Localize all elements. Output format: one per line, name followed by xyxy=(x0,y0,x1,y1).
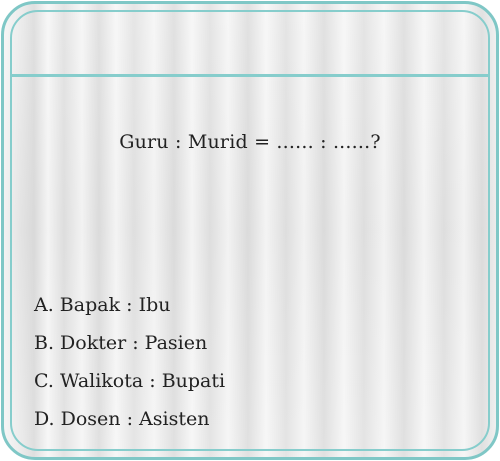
question-card: Guru : Murid = ...... : ......? A. Bapak… xyxy=(1,1,499,460)
option-c[interactable]: C. Walikota : Bupati xyxy=(34,368,225,406)
option-a[interactable]: A. Bapak : Ibu xyxy=(34,292,225,330)
quiz-page: Guru : Murid = ...... : ......? A. Bapak… xyxy=(0,0,500,461)
option-b[interactable]: B. Dokter : Pasien xyxy=(34,330,225,368)
header-divider xyxy=(10,74,490,77)
question-text: Guru : Murid = ...... : ......? xyxy=(119,131,381,153)
answer-options-list: A. Bapak : Ibu B. Dokter : Pasien C. Wal… xyxy=(34,292,225,444)
option-d[interactable]: D. Dosen : Asisten xyxy=(34,406,225,444)
